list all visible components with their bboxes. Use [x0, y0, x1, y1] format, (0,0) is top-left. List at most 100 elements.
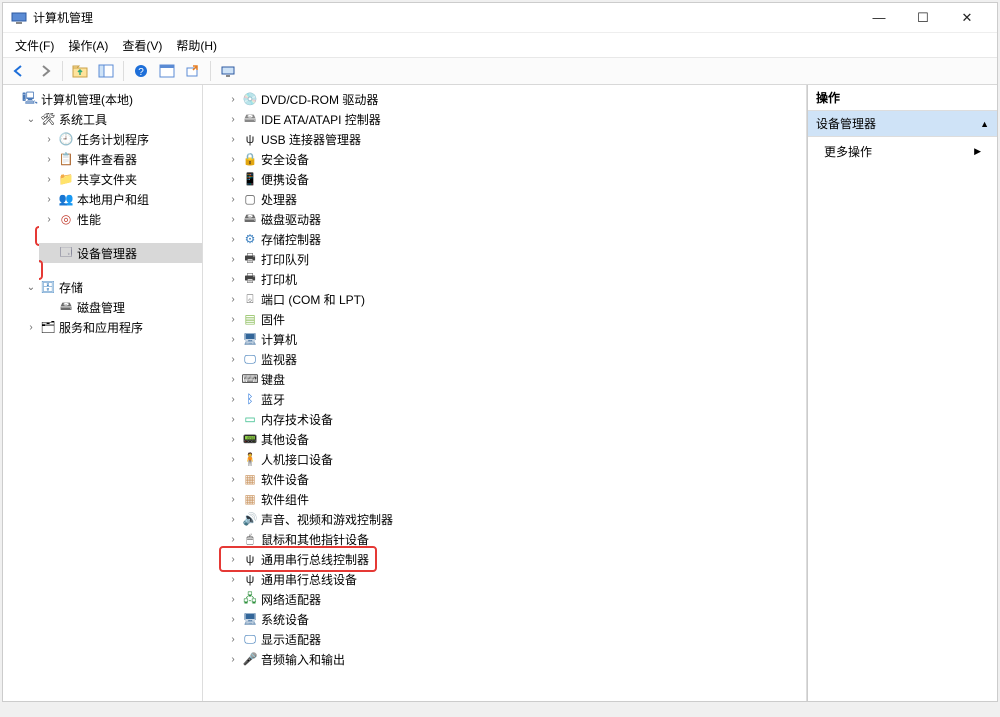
- expand-icon[interactable]: ›: [227, 414, 239, 425]
- expand-icon[interactable]: ›: [43, 134, 55, 145]
- tree-root-computer-management[interactable]: 🖳 计算机管理(本地): [3, 89, 202, 109]
- actions-section-label: 设备管理器: [816, 115, 876, 132]
- device-category[interactable]: ›📟其他设备: [223, 429, 806, 449]
- show-hide-tree-button[interactable]: [94, 60, 118, 82]
- refresh-button[interactable]: [155, 60, 179, 82]
- maximize-button[interactable]: ☐: [901, 4, 945, 32]
- device-category[interactable]: ›🔒安全设备: [223, 149, 806, 169]
- forward-button[interactable]: [33, 60, 57, 82]
- expand-icon[interactable]: ›: [227, 594, 239, 605]
- expand-icon[interactable]: ›: [227, 194, 239, 205]
- device-category[interactable]: ›▢处理器: [223, 189, 806, 209]
- expand-icon[interactable]: ›: [227, 634, 239, 645]
- tree-local-users-groups[interactable]: › 👥 本地用户和组: [39, 189, 202, 209]
- device-category[interactable]: ›ψ通用串行总线设备: [223, 569, 806, 589]
- device-category[interactable]: ›▭内存技术设备: [223, 409, 806, 429]
- device-category[interactable]: ›🖥计算机: [223, 329, 806, 349]
- expand-icon[interactable]: ›: [227, 374, 239, 385]
- actions-section-device-manager[interactable]: 设备管理器 ▲: [808, 111, 997, 137]
- expand-icon[interactable]: ›: [227, 274, 239, 285]
- collapse-icon[interactable]: ⌄: [25, 282, 37, 293]
- device-category[interactable]: ›🖵显示适配器: [223, 629, 806, 649]
- device-category[interactable]: ›▦软件组件: [223, 489, 806, 509]
- device-category[interactable]: ›ψUSB 连接器管理器: [223, 129, 806, 149]
- device-category[interactable]: ›🖴磁盘驱动器: [223, 209, 806, 229]
- expand-icon[interactable]: ›: [227, 254, 239, 265]
- device-category[interactable]: ›🖧网络适配器: [223, 589, 806, 609]
- device-category[interactable]: ›⌺端口 (COM 和 LPT): [223, 289, 806, 309]
- expand-icon[interactable]: ›: [227, 154, 239, 165]
- device-category[interactable]: ›▤固件: [223, 309, 806, 329]
- svg-text:?: ?: [138, 67, 144, 78]
- device-category[interactable]: ›ᛒ蓝牙: [223, 389, 806, 409]
- expand-icon[interactable]: ›: [227, 234, 239, 245]
- device-category-icon: ▦: [242, 471, 258, 487]
- expand-icon[interactable]: ›: [227, 114, 239, 125]
- up-folder-button[interactable]: [68, 60, 92, 82]
- expand-icon[interactable]: ›: [227, 534, 239, 545]
- expand-icon[interactable]: ›: [227, 174, 239, 185]
- tree-shared-folders[interactable]: › 📁 共享文件夹: [39, 169, 202, 189]
- menu-file[interactable]: 文件(F): [9, 35, 60, 56]
- device-category-icon: 🖵: [242, 351, 258, 367]
- tree-storage[interactable]: ⌄ 🗄 存储: [21, 277, 202, 297]
- device-category[interactable]: ›🧍人机接口设备: [223, 449, 806, 469]
- expand-icon[interactable]: ›: [227, 654, 239, 665]
- device-category[interactable]: ›ψ通用串行总线控制器: [223, 549, 373, 569]
- tree-device-manager[interactable]: 🗔 设备管理器: [39, 243, 202, 263]
- expand-icon[interactable]: ›: [43, 194, 55, 205]
- device-category[interactable]: ›🖶打印队列: [223, 249, 806, 269]
- device-category[interactable]: ›🖵监视器: [223, 349, 806, 369]
- expand-icon[interactable]: ›: [227, 334, 239, 345]
- device-category[interactable]: ›⌨键盘: [223, 369, 806, 389]
- expand-icon[interactable]: ›: [227, 294, 239, 305]
- menu-action[interactable]: 操作(A): [62, 35, 114, 56]
- device-category[interactable]: ›⚙存储控制器: [223, 229, 806, 249]
- expand-icon[interactable]: ›: [227, 354, 239, 365]
- device-category-label: 鼠标和其他指针设备: [261, 531, 369, 548]
- device-category[interactable]: ›🖶打印机: [223, 269, 806, 289]
- expand-icon[interactable]: ›: [227, 434, 239, 445]
- expand-icon[interactable]: ›: [227, 214, 239, 225]
- device-category-icon: ψ: [242, 131, 258, 147]
- expand-icon[interactable]: ›: [227, 314, 239, 325]
- expand-icon[interactable]: ›: [227, 514, 239, 525]
- expand-icon[interactable]: ›: [227, 474, 239, 485]
- menu-help[interactable]: 帮助(H): [170, 35, 223, 56]
- show-connections-button[interactable]: [216, 60, 240, 82]
- expand-icon[interactable]: ›: [227, 94, 239, 105]
- expand-icon[interactable]: ›: [43, 174, 55, 185]
- tree-task-scheduler[interactable]: › 🕘 任务计划程序: [39, 129, 202, 149]
- expand-icon[interactable]: ›: [227, 134, 239, 145]
- device-category-label: USB 连接器管理器: [261, 131, 361, 148]
- expand-icon[interactable]: ›: [43, 214, 55, 225]
- actions-more[interactable]: 更多操作 ▶: [808, 137, 997, 166]
- device-category[interactable]: ›🔊声音、视频和游戏控制器: [223, 509, 806, 529]
- minimize-button[interactable]: —: [857, 4, 901, 32]
- menu-view[interactable]: 查看(V): [116, 35, 168, 56]
- device-category[interactable]: ›▦软件设备: [223, 469, 806, 489]
- tree-services-apps[interactable]: › 🗂 服务和应用程序: [21, 317, 202, 337]
- export-list-button[interactable]: [181, 60, 205, 82]
- expand-icon[interactable]: ›: [227, 614, 239, 625]
- tree-event-viewer[interactable]: › 📋 事件查看器: [39, 149, 202, 169]
- device-category[interactable]: ›💿DVD/CD-ROM 驱动器: [223, 89, 806, 109]
- collapse-icon[interactable]: ⌄: [25, 114, 37, 125]
- expand-icon[interactable]: ›: [227, 574, 239, 585]
- device-category[interactable]: ›📱便携设备: [223, 169, 806, 189]
- expand-icon[interactable]: ›: [227, 454, 239, 465]
- tree-system-tools[interactable]: ⌄ 🛠 系统工具: [21, 109, 202, 129]
- expand-icon[interactable]: ›: [227, 494, 239, 505]
- expand-icon[interactable]: ›: [227, 554, 239, 565]
- device-category[interactable]: ›🎤音频输入和输出: [223, 649, 806, 669]
- device-category[interactable]: ›🖴IDE ATA/ATAPI 控制器: [223, 109, 806, 129]
- tree-performance[interactable]: › ◎ 性能: [39, 209, 202, 229]
- expand-icon[interactable]: ›: [25, 322, 37, 333]
- expand-icon[interactable]: ›: [227, 394, 239, 405]
- help-button[interactable]: ?: [129, 60, 153, 82]
- expand-icon[interactable]: ›: [43, 154, 55, 165]
- tree-disk-management[interactable]: 🖴 磁盘管理: [39, 297, 202, 317]
- close-button[interactable]: ✕: [945, 4, 989, 32]
- device-category[interactable]: ›🖥系统设备: [223, 609, 806, 629]
- back-button[interactable]: [7, 60, 31, 82]
